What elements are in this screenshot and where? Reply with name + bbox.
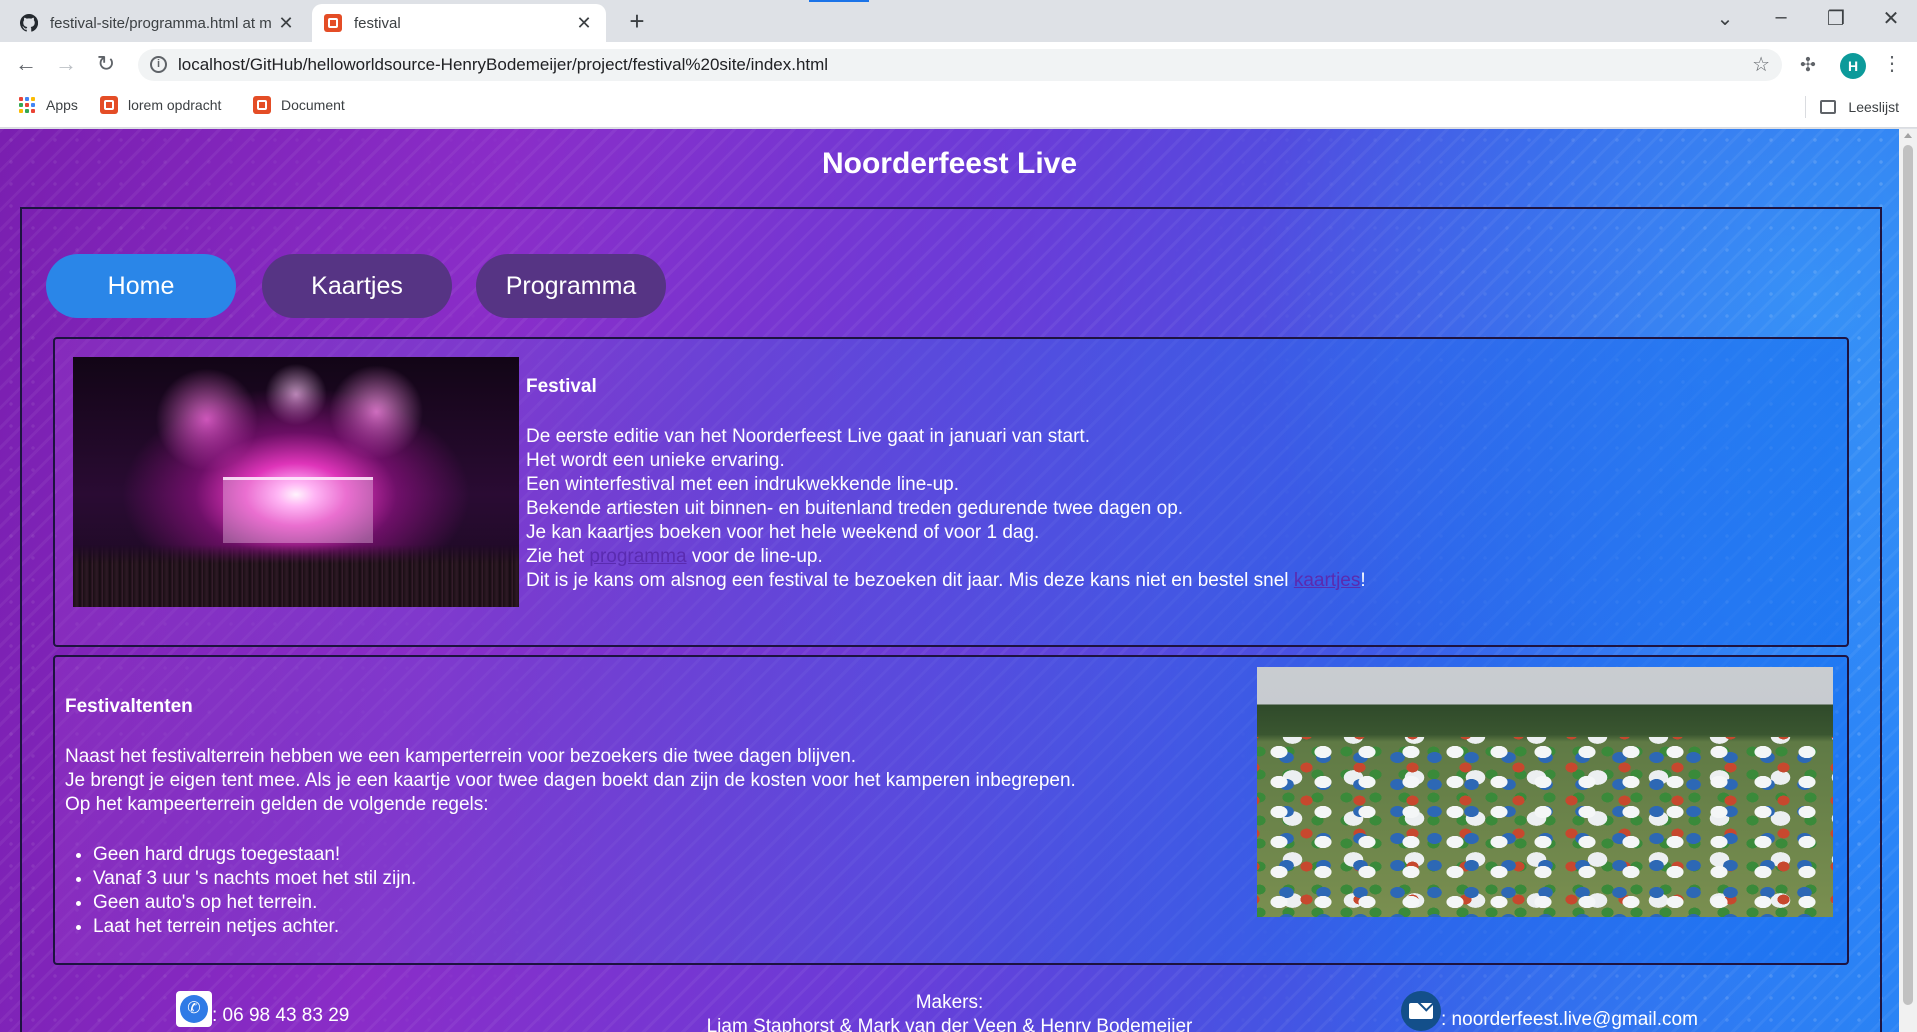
tents-line: Naast het festivalterrein hebben we een … [65,746,857,767]
close-window-icon[interactable]: ✕ [1871,6,1911,31]
tab-github-programma[interactable]: festival-site/programma.html at m ✕ [8,4,308,42]
restore-window-icon[interactable]: ❐ [1816,6,1856,31]
camping-rules-list: Geen hard drugs toegestaan! Vanaf 3 uur … [65,843,1076,939]
html-file-icon [100,96,118,114]
address-bar[interactable]: i localhost/GitHub/helloworldsource-Henr… [138,49,1782,81]
site-title: Noorderfeest Live [821,147,1078,180]
tickets-suffix: ! [1360,570,1366,591]
rule-item: Vanaf 3 uur 's nachts moet het stil zijn… [93,867,1076,891]
scrollbar-thumb[interactable] [1903,145,1913,1005]
html-file-icon [253,96,271,114]
bookmarks-bar: Apps lorem opdracht Document Leeslijst [0,86,1917,128]
tab-strip: festival-site/programma.html at m ✕ fest… [0,0,1917,42]
tab-strip-indicator [809,0,869,2]
festival-line: Je kan kaartjes boeken voor het hele wee… [526,522,1040,543]
rule-item: Geen hard drugs toegestaan! [93,843,1076,867]
programma-link[interactable]: programma [589,546,686,567]
festival-heading: Festival [526,376,597,397]
github-icon [20,14,38,32]
reading-list-label: Leeslijst [1848,99,1899,115]
rule-item: Laat het terrein netjes achter. [93,915,1076,939]
kaartjes-link[interactable]: kaartjes [1294,570,1361,591]
back-arrow-icon[interactable]: ← [12,51,40,79]
profile-avatar[interactable]: H [1840,53,1866,79]
bookmark-apps[interactable]: Apps [18,96,78,114]
html-file-icon [324,14,342,32]
reload-icon[interactable]: ↻ [92,51,120,79]
nav-kaartjes-button[interactable]: Kaartjes [262,254,452,318]
divider [1805,96,1807,118]
tab-title: festival [354,14,401,32]
footer-email: : noorderfeest.live@gmail.com [1401,991,1698,1031]
tents-line: Je brengt je eigen tent mee. Als je een … [65,770,1076,791]
festival-concert-image [73,357,519,607]
festivaltenten-section: Festivaltenten Naast het festivalterrein… [53,655,1849,965]
bookmark-label: Document [281,97,345,113]
festival-line: Het wordt een unieke ervaring. [526,450,785,471]
festival-line: De eerste editie van het Noorderfeest Li… [526,426,1090,447]
stage-graphic [223,477,373,543]
nav-home-button[interactable]: Home [46,254,236,318]
apps-grid-icon [18,96,36,114]
tickets-prefix: Dit is je kans om alsnog een festival te… [526,570,1289,591]
crowd-graphic [73,545,519,607]
bookmark-document[interactable]: Document [253,96,345,114]
scroll-up-arrow-icon[interactable] [1904,133,1912,138]
page-viewport: Noorderfeest Live Home Kaartjes Programm… [0,129,1899,1032]
tab-title: festival-site/programma.html at m [50,14,272,32]
bookmark-label: lorem opdracht [128,97,222,113]
site-info-icon[interactable]: i [150,56,167,73]
program-prefix: Zie het [526,546,585,567]
festival-line: Een winterfestival met een indrukwekkend… [526,474,960,495]
festival-line-tickets: Dit is je kans om alsnog een festival te… [526,569,1366,593]
email-address: : noorderfeest.live@gmail.com [1441,1009,1698,1030]
extensions-puzzle-icon[interactable]: ✣ [1800,54,1816,77]
festival-line: Bekende artiesten uit binnen- en buitenl… [526,498,1184,519]
festival-text: Festival De eerste editie van het Noorde… [526,375,1366,593]
browser-menu-icon[interactable]: ⋮ [1882,51,1902,76]
reading-list-icon [1820,100,1837,114]
minimize-icon[interactable]: – [1761,6,1801,29]
tents-line: Op het kampeerterrein gelden de volgende… [65,794,489,815]
festivaltenten-text: Festivaltenten Naast het festivalterrein… [65,695,1076,939]
festival-section: Festival De eerste editie van het Noorde… [53,337,1849,647]
new-tab-button[interactable]: + [622,6,652,37]
mail-icon [1401,991,1441,1031]
rule-item: Geen auto's op het terrein. [93,891,1076,915]
forward-arrow-icon[interactable]: → [52,51,80,79]
nav-programma-button[interactable]: Programma [476,254,666,318]
bookmark-label: Apps [46,97,78,113]
campsite-tents-image [1257,667,1833,917]
url-text[interactable]: localhost/GitHub/helloworldsource-HenryB… [178,55,828,75]
reading-list-button[interactable]: Leeslijst [1805,96,1899,118]
tab-search-chevron-icon[interactable]: ⌄ [1705,6,1745,31]
tents-graphic [1257,737,1833,917]
close-tab-icon[interactable]: ✕ [574,13,594,34]
festival-line-program: Zie het programma voor de line-up. [526,545,1366,569]
close-tab-icon[interactable]: ✕ [276,13,296,34]
makers-link[interactable]: Liam Staphorst & Mark van der Veen & Hen… [707,1016,1193,1032]
program-suffix: voor de line-up. [691,546,823,567]
bookmark-lorem-opdracht[interactable]: lorem opdracht [100,96,221,114]
page-scrollbar[interactable] [1899,129,1917,1032]
browser-toolbar: ← → ↻ i localhost/GitHub/helloworldsourc… [0,42,1917,86]
tab-festival[interactable]: festival ✕ [312,4,606,42]
festivaltenten-heading: Festivaltenten [65,696,193,717]
bookmark-star-icon[interactable]: ☆ [1752,52,1770,77]
